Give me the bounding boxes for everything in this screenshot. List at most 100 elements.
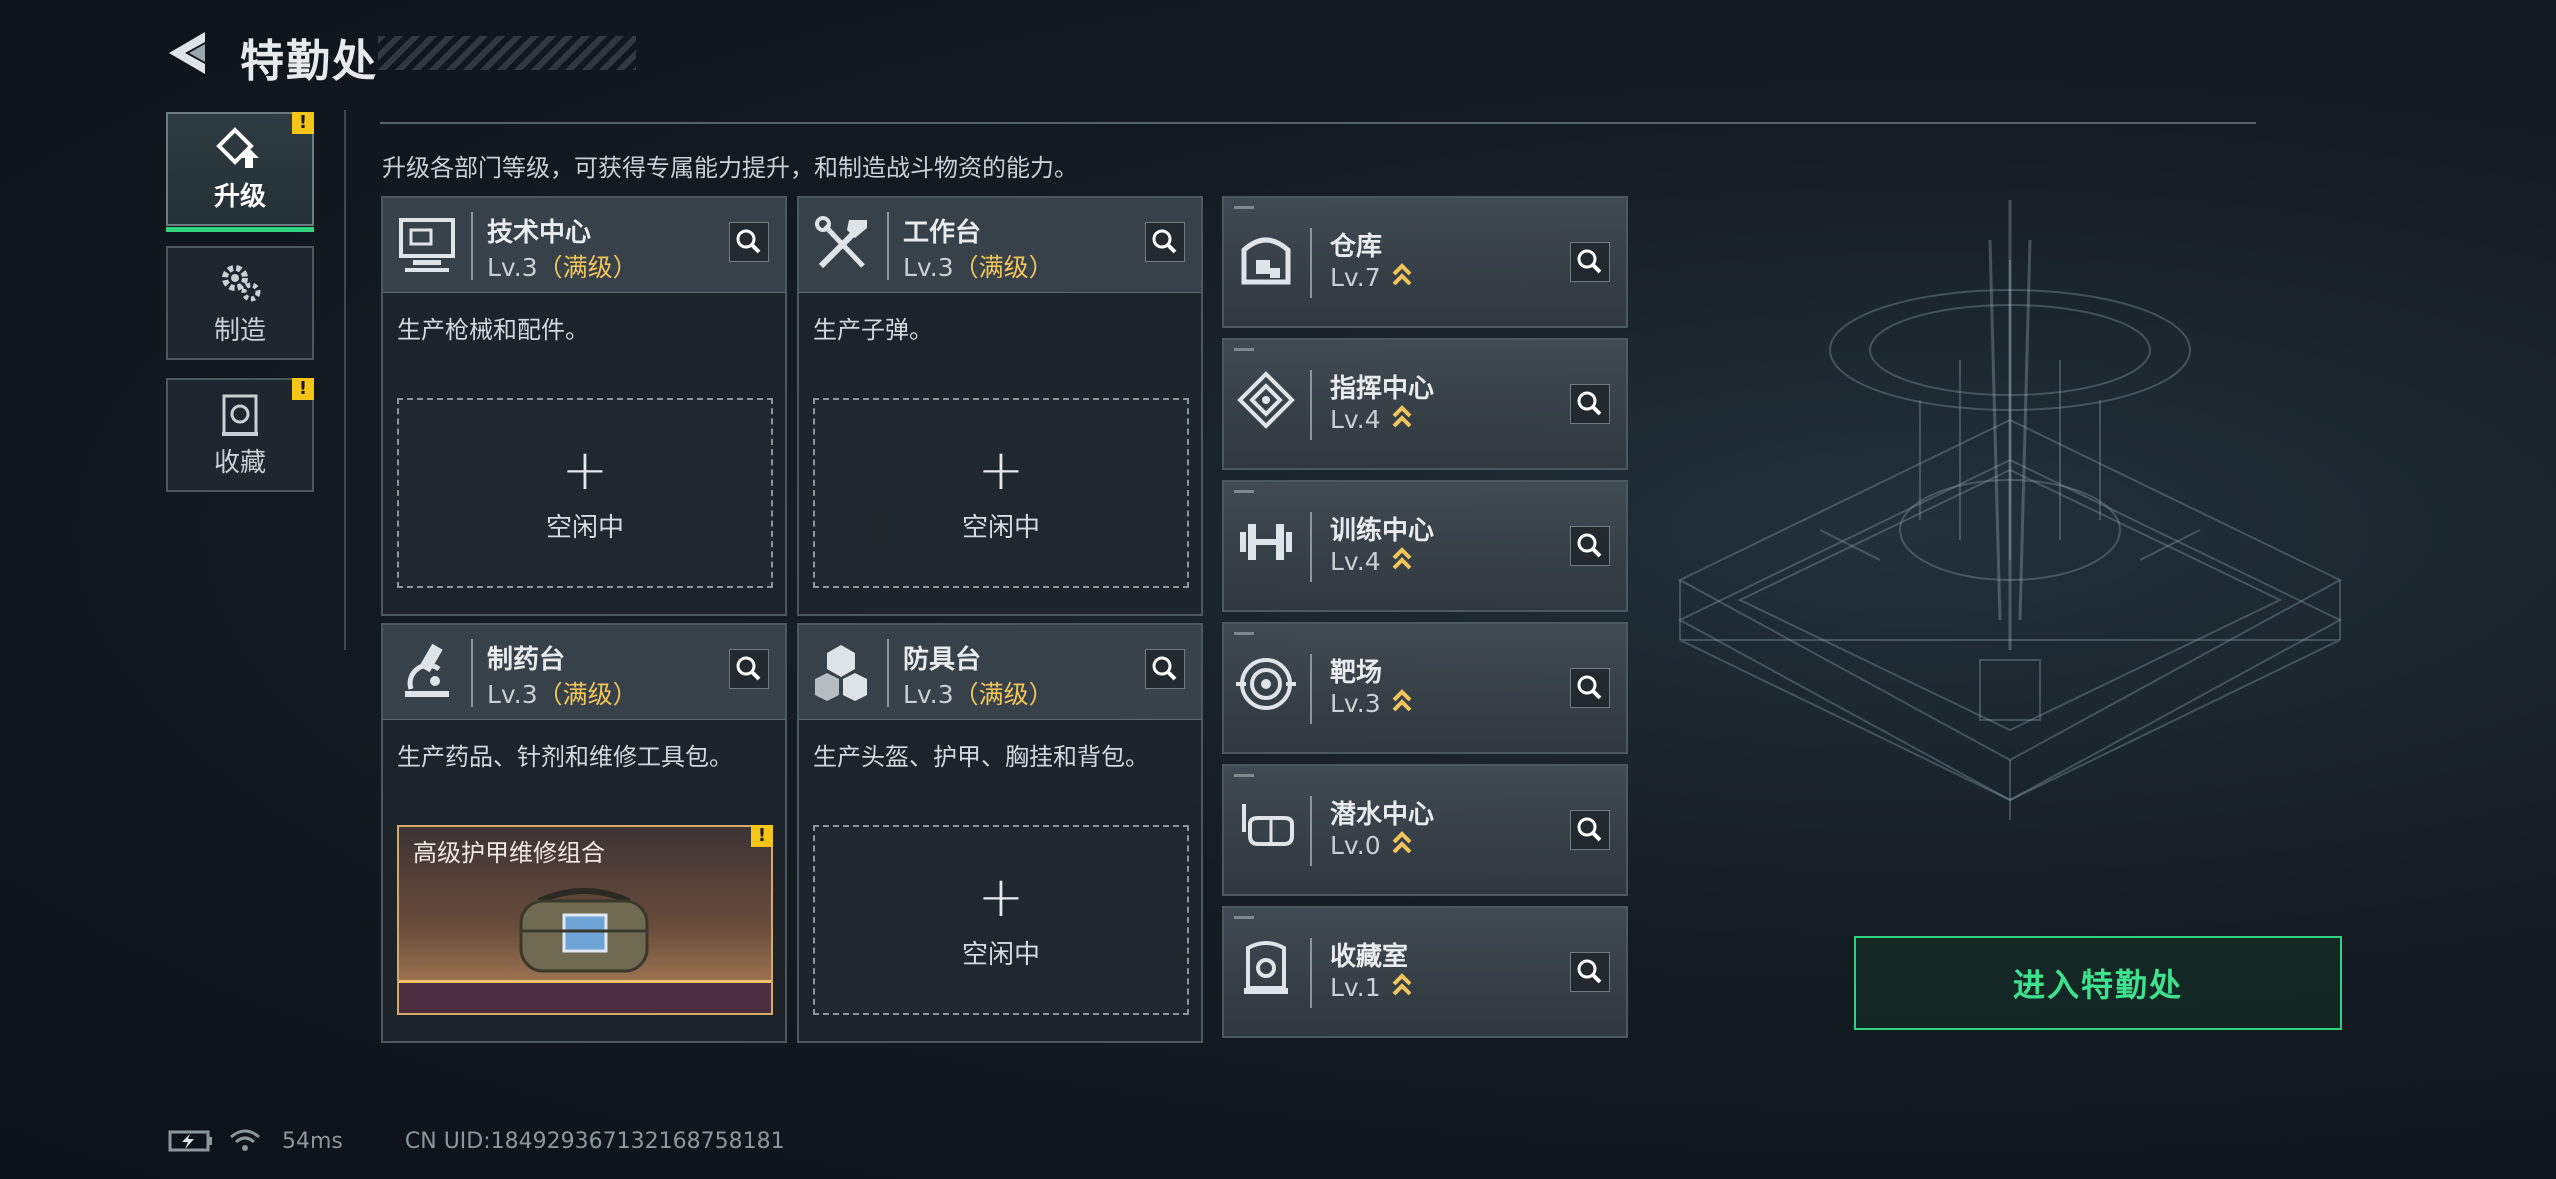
header-separator (1310, 796, 1312, 866)
facility-card-training-center[interactable]: 训练中心 Lv.4 (1222, 480, 1628, 612)
upgrade-chevron-icon (1392, 547, 1412, 570)
card-tick (1234, 916, 1254, 919)
max-level-tag: （满级） (953, 680, 1054, 709)
top-divider (380, 122, 2256, 124)
upgrade-chevron-icon (1392, 973, 1412, 996)
gears-icon (222, 264, 261, 301)
header-separator (1310, 512, 1312, 582)
upgrade-chevron-icon (1392, 263, 1412, 286)
facility-name: 指挥中心 (1330, 374, 1435, 404)
facility-card-diving-center[interactable]: 潜水中心 Lv.0 (1222, 764, 1628, 896)
product-progress-bar (399, 980, 771, 1013)
department-description: 生产子弹。 (813, 316, 933, 344)
card-tick (1234, 348, 1254, 351)
tools-icon (815, 216, 867, 269)
ping-value: 54ms (282, 1128, 343, 1154)
search-icon[interactable] (1570, 810, 1610, 850)
facility-level: Lv.7 (1330, 262, 1413, 292)
facility-level: Lv.1 (1330, 972, 1413, 1002)
tab-upgrade-label: 升级 (213, 181, 266, 212)
battery-charging-icon (168, 1130, 212, 1152)
card-header: 制药台 Lv.3（满级） (383, 625, 785, 720)
department-card-workbench[interactable]: 工作台 Lv.3（满级） 生产子弹。 + 空闲中 (797, 196, 1203, 616)
card-tick (1234, 206, 1254, 209)
department-name: 制药台 (487, 645, 566, 675)
facility-name: 潜水中心 (1330, 800, 1435, 830)
header-separator (471, 639, 473, 707)
department-card-tech-center[interactable]: 技术中心 Lv.3（满级） 生产枪械和配件。 + 空闲中 (381, 196, 787, 616)
upgrade-chevron-icon (1392, 689, 1412, 712)
status-bar: 54ms CN UID:18492936713216875818​1 (168, 1128, 785, 1154)
department-name: 工作台 (903, 218, 982, 248)
enter-special-ops-button[interactable]: 进入特勤处 (1854, 936, 2342, 1030)
production-slot-idle[interactable]: + 空闲中 (397, 398, 773, 588)
active-tab-indicator (166, 227, 314, 232)
department-description: 生产枪械和配件。 (397, 316, 589, 344)
search-icon[interactable] (1570, 668, 1610, 708)
department-name: 技术中心 (487, 218, 592, 248)
search-icon[interactable] (729, 222, 769, 262)
search-icon[interactable] (1570, 242, 1610, 282)
tab-craft-label: 制造 (213, 315, 266, 346)
search-icon[interactable] (1570, 526, 1610, 566)
card-tick (1234, 490, 1254, 493)
left-divider (344, 110, 346, 650)
tab-craft[interactable]: 制造 (166, 246, 314, 360)
search-icon[interactable] (729, 649, 769, 689)
card-tick (1234, 632, 1254, 635)
department-name: 防具台 (903, 645, 982, 675)
back-arrow-icon[interactable] (165, 28, 213, 78)
department-level: Lv.3（满级） (487, 680, 638, 709)
facility-card-command-center[interactable]: 指挥中心 Lv.4 (1222, 338, 1628, 470)
microscope-icon (405, 643, 449, 697)
department-description: 生产药品、针剂和维修工具包。 (397, 743, 733, 771)
armor-icon (815, 645, 867, 701)
production-slot-item[interactable]: 高级护甲维修组合 ! (397, 825, 773, 1015)
title-decoration (378, 36, 636, 70)
facility-card-collection-room[interactable]: 收藏室 Lv.1 (1222, 906, 1628, 1038)
facility-name: 收藏室 (1330, 942, 1409, 972)
alert-badge: ! (751, 825, 773, 847)
search-icon[interactable] (1145, 649, 1185, 689)
tab-collection[interactable]: 收藏 ! (166, 378, 314, 492)
production-slot-idle[interactable]: + 空闲中 (813, 398, 1189, 588)
facility-card-shooting-range[interactable]: 靶场 Lv.3 (1222, 622, 1628, 754)
department-card-pharmacy[interactable]: 制药台 Lv.3（满级） 生产药品、针剂和维修工具包。 高级护甲维修组合 ! (381, 623, 787, 1043)
facility-level: Lv.4 (1330, 404, 1413, 434)
department-card-armor-bench[interactable]: 防具台 Lv.3（满级） 生产头盔、护甲、胸挂和背包。 + 空闲中 (797, 623, 1203, 1043)
tab-collection-label: 收藏 (213, 447, 266, 478)
department-description: 生产头盔、护甲、胸挂和背包。 (813, 743, 1149, 771)
upgrade-icon (216, 126, 259, 168)
tab-upgrade[interactable]: 升级 ! (166, 112, 314, 232)
page-title: 特勤处 (240, 36, 378, 87)
search-icon[interactable] (1570, 952, 1610, 992)
upgrade-chevron-icon (1392, 831, 1412, 854)
search-icon[interactable] (1570, 384, 1610, 424)
header-separator (887, 212, 889, 280)
slot-status: 空闲中 (961, 512, 1040, 543)
facility-level: Lv.3 (1330, 688, 1413, 718)
header-separator (1310, 938, 1312, 1008)
max-level-tag: （满级） (537, 680, 638, 709)
department-level: Lv.3（满级） (903, 680, 1054, 709)
max-level-tag: （满级） (953, 253, 1054, 282)
facility-level: Lv.0 (1330, 830, 1413, 860)
header-separator (1310, 654, 1312, 724)
card-header: 防具台 Lv.3（满级） (799, 625, 1201, 720)
collection-icon (1244, 941, 1288, 994)
facility-card-warehouse[interactable]: 仓库 Lv.7 (1222, 196, 1628, 328)
card-header: 技术中心 Lv.3（满级） (383, 198, 785, 293)
collection-icon (222, 394, 258, 436)
monitor-icon (399, 218, 455, 272)
target-icon (1236, 658, 1296, 710)
building-blueprint-art (1677, 200, 2343, 820)
command-icon (1237, 371, 1295, 429)
upgrade-chevron-icon (1392, 405, 1412, 428)
header-separator (471, 212, 473, 280)
repair-kit-bag-image (519, 888, 649, 973)
alert-badge: ! (292, 378, 314, 400)
search-icon[interactable] (1145, 222, 1185, 262)
slot-status: 空闲中 (961, 939, 1040, 970)
production-slot-idle[interactable]: + 空闲中 (813, 825, 1189, 1015)
facility-name: 靶场 (1330, 658, 1383, 688)
